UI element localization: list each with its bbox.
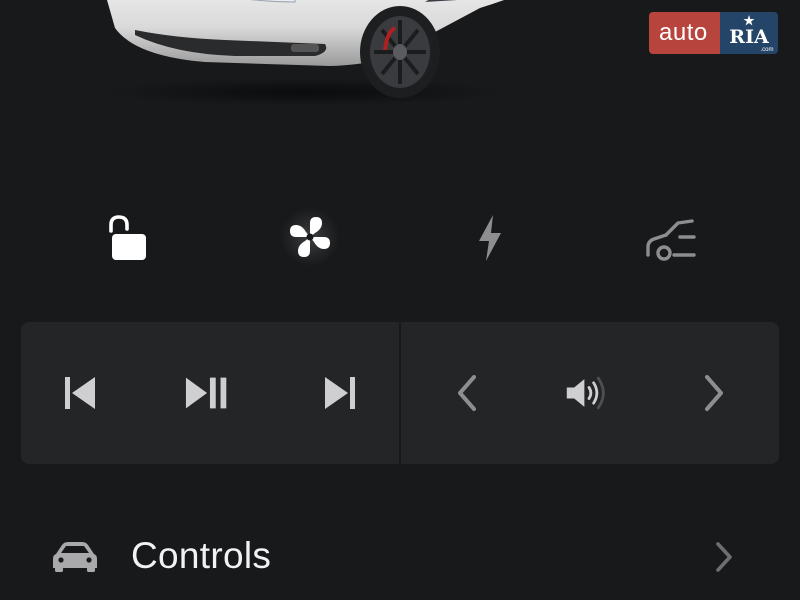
quick-controls-row [0,205,800,269]
car-image [105,0,505,105]
media-divider [399,322,401,464]
charging-button[interactable] [458,205,522,269]
chevron-left-icon [458,375,476,411]
app-screen: auto RIA .com Controls [0,0,800,600]
unlock-icon [109,215,146,260]
watermark-auto-text: auto [649,12,720,54]
climate-button[interactable] [278,205,342,269]
skip-previous-icon [65,377,95,409]
car-trunk-icon [646,219,696,261]
controls-label: Controls [131,535,272,576]
next-track-button[interactable] [316,368,366,418]
autoria-watermark: auto RIA .com [649,12,778,54]
lock-button[interactable] [93,205,157,269]
trunk-button[interactable] [638,205,702,269]
controls-menu-item[interactable]: Controls [0,520,800,592]
lightning-icon [479,215,501,261]
car-icon [53,542,97,572]
skip-next-icon [325,377,355,409]
chevron-right-icon [716,542,732,572]
watermark-com-text: .com [760,47,773,53]
volume-button[interactable] [564,368,614,418]
play-pause-icon [185,377,227,409]
watermark-ria-text: RIA [729,26,769,48]
media-controls-panel [21,322,779,464]
fan-icon [290,217,330,257]
watermark-ria-logo: RIA .com [719,12,778,54]
previous-track-button[interactable] [54,368,104,418]
volume-up-button[interactable] [689,368,739,418]
chevron-right-icon [705,375,723,411]
volume-down-button[interactable] [442,368,492,418]
speaker-icon [566,376,605,410]
play-pause-button[interactable] [184,368,234,418]
